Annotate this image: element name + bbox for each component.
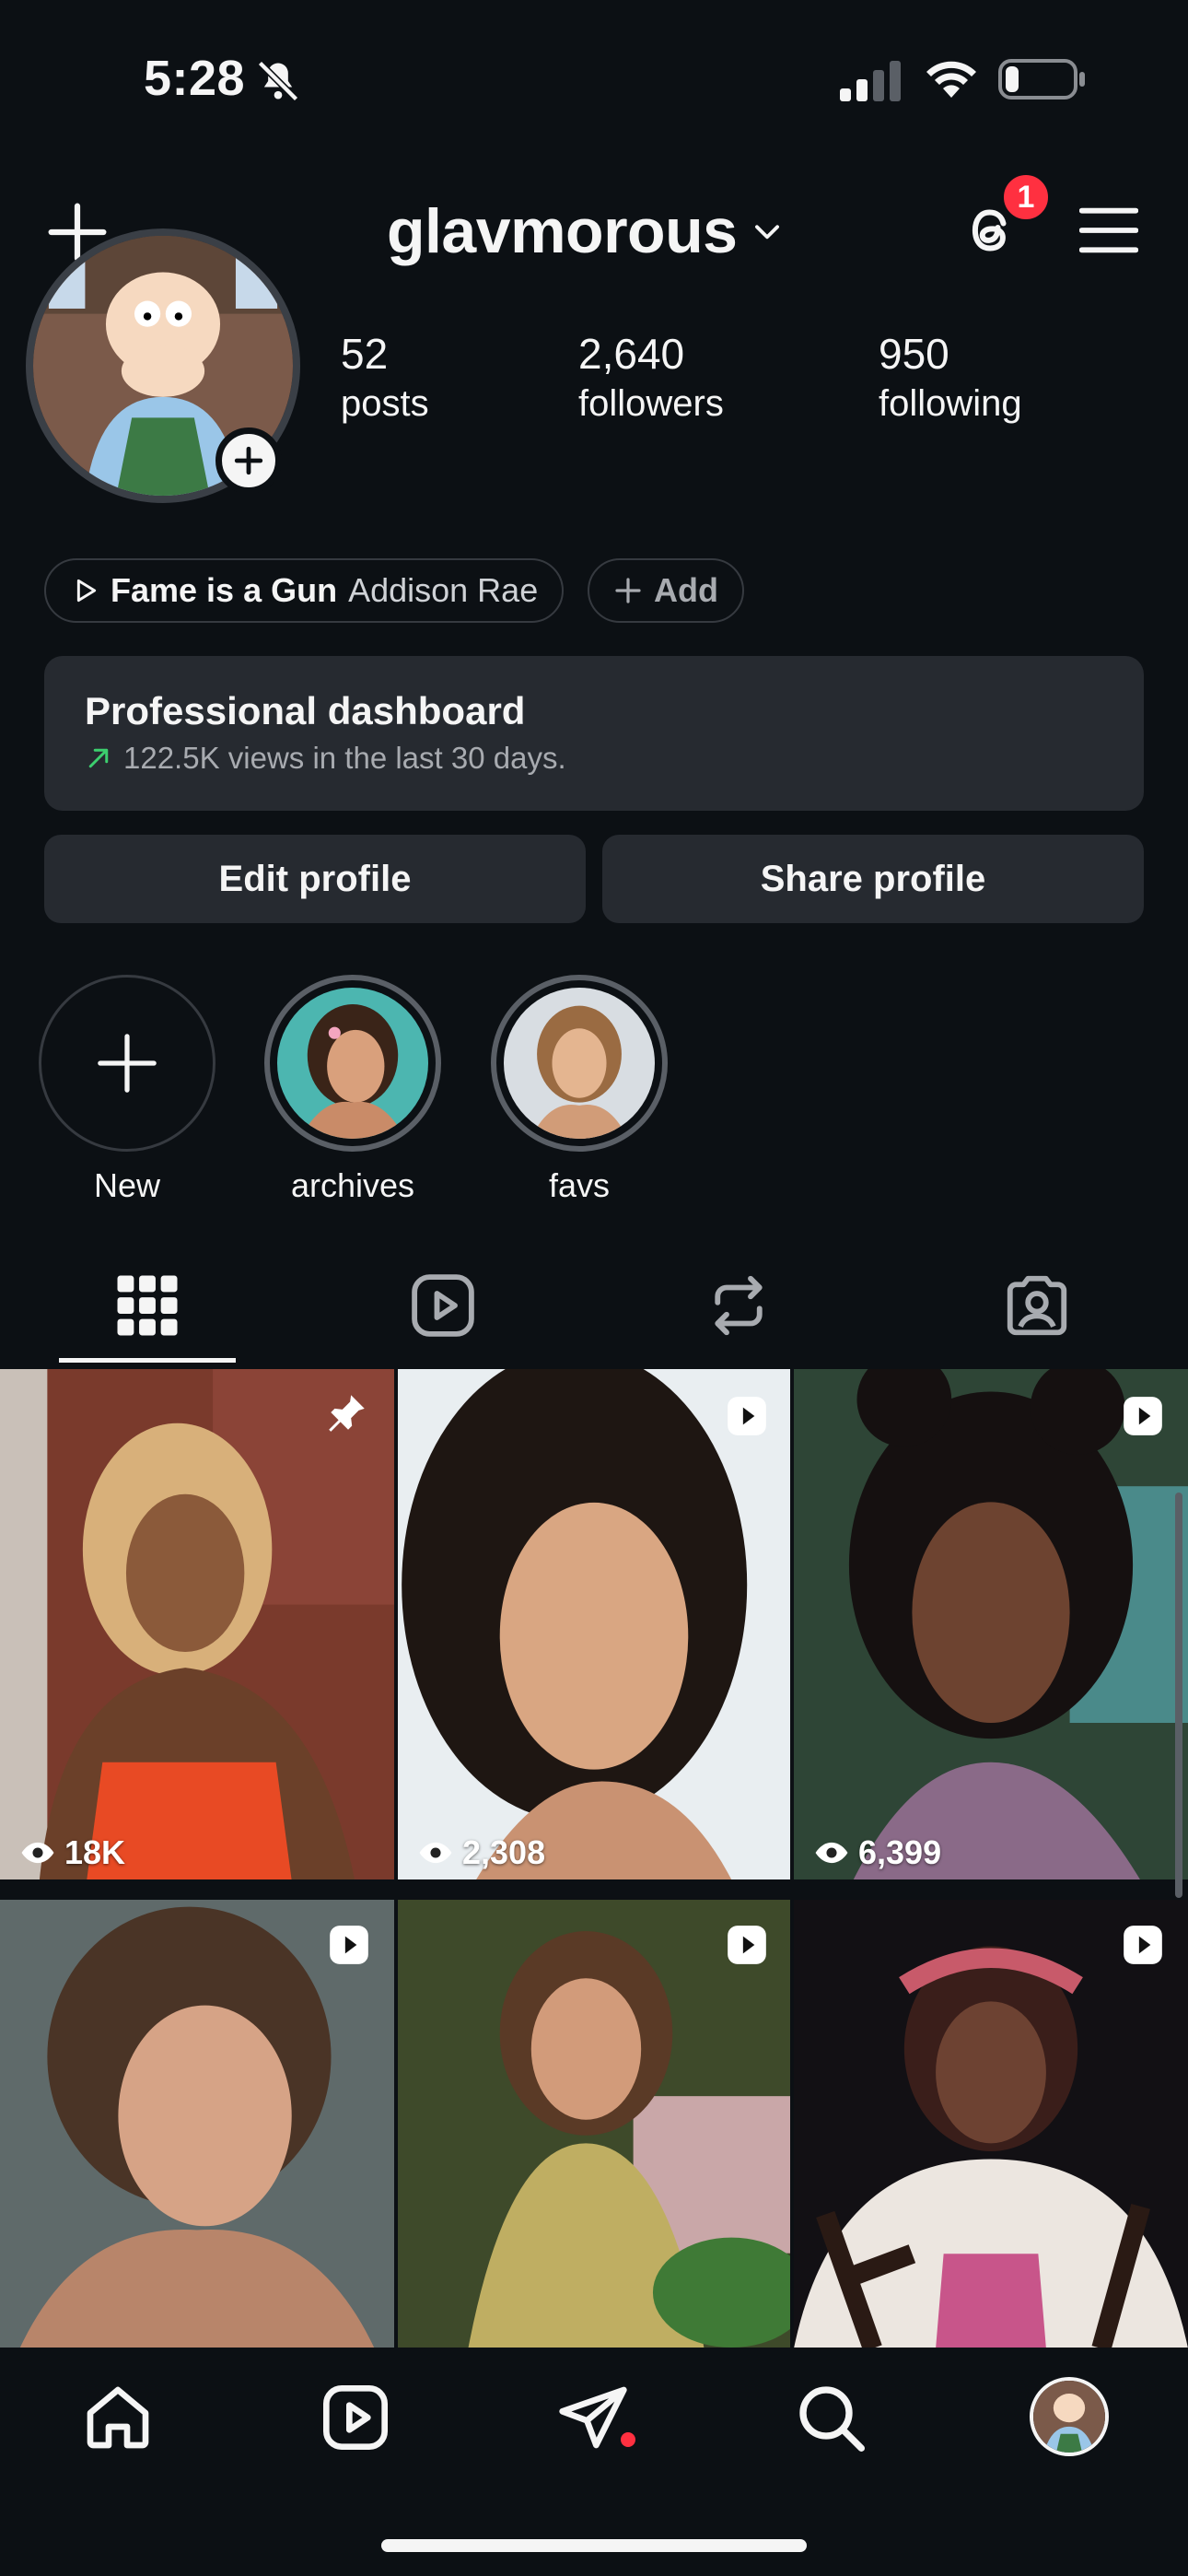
wifi-icon bbox=[926, 61, 976, 98]
stat-posts[interactable]: 52 posts bbox=[341, 328, 429, 427]
post-thumbnail bbox=[794, 1369, 1188, 1879]
post-thumbnail bbox=[0, 1369, 394, 1879]
dashboard-subtitle: 122.5K views in the last 30 days. bbox=[123, 741, 566, 775]
following-count: 950 bbox=[879, 330, 949, 378]
eye-icon bbox=[21, 1842, 54, 1864]
highlight-cover-image bbox=[277, 988, 428, 1139]
eye-icon bbox=[815, 1842, 848, 1864]
scrollbar[interactable] bbox=[1175, 1493, 1182, 1898]
grid-post-1[interactable] bbox=[0, 1369, 394, 1879]
view-count-value: 2,308 bbox=[462, 1833, 546, 1871]
reel-icon bbox=[1124, 1397, 1162, 1435]
following-label: following bbox=[879, 383, 1022, 424]
pin-icon bbox=[329, 1395, 365, 1432]
search-icon[interactable] bbox=[794, 2381, 868, 2454]
account-switcher[interactable]: glavmorous bbox=[387, 195, 785, 267]
reel-icon bbox=[728, 1926, 766, 1964]
profile-tab-avatar[interactable] bbox=[1030, 2377, 1109, 2456]
avatar-image bbox=[1033, 2381, 1105, 2453]
reels-icon[interactable] bbox=[319, 2381, 392, 2454]
unread-dot bbox=[621, 2432, 635, 2447]
posts-label: posts bbox=[341, 383, 429, 424]
home-indicator bbox=[381, 2539, 807, 2552]
battery-icon bbox=[998, 59, 1085, 100]
menu-hamburger-icon[interactable] bbox=[1079, 205, 1138, 256]
plus-icon bbox=[234, 446, 263, 475]
reel-icon bbox=[1124, 1926, 1162, 1964]
posts-count: 52 bbox=[341, 330, 389, 378]
tab-reels[interactable] bbox=[407, 1270, 479, 1341]
post-thumbnail bbox=[398, 1369, 790, 1879]
reel-icon bbox=[728, 1397, 766, 1435]
view-count-value: 18K bbox=[64, 1833, 126, 1871]
song-title: Fame is a Gun bbox=[111, 571, 338, 609]
highlight-archives[interactable]: archives bbox=[264, 975, 441, 1205]
tab-tagged[interactable] bbox=[1001, 1270, 1073, 1341]
tab-posts-grid[interactable] bbox=[111, 1270, 183, 1341]
eye-icon bbox=[419, 1842, 452, 1864]
direct-messages-icon[interactable] bbox=[556, 2381, 630, 2454]
tab-reposts[interactable] bbox=[703, 1270, 775, 1341]
view-count-value: 6,399 bbox=[858, 1833, 942, 1871]
status-time: 5:28 bbox=[144, 51, 246, 106]
notification-badge: 1 bbox=[1000, 171, 1052, 223]
stat-followers[interactable]: 2,640 followers bbox=[578, 328, 724, 427]
highlight-favs[interactable]: favs bbox=[491, 975, 668, 1205]
home-icon[interactable] bbox=[81, 2381, 155, 2454]
edit-profile-button[interactable]: Edit profile bbox=[44, 835, 586, 923]
add-story-button[interactable] bbox=[215, 427, 282, 494]
song-artist: Addison Rae bbox=[348, 571, 539, 609]
grid-post-3[interactable] bbox=[794, 1369, 1188, 1879]
bell-muted-icon bbox=[257, 60, 299, 102]
highlight-new[interactable]: New bbox=[39, 975, 215, 1205]
share-profile-button[interactable]: Share profile bbox=[602, 835, 1144, 923]
profile-username: glavmorous bbox=[387, 196, 738, 266]
chevron-down-icon bbox=[755, 225, 780, 240]
grid-post-2[interactable] bbox=[398, 1369, 790, 1879]
active-tab-indicator bbox=[59, 1358, 236, 1363]
add-label: Add bbox=[654, 571, 718, 609]
highlight-cover-image bbox=[504, 988, 655, 1139]
professional-dashboard-card[interactable]: Professional dashboard 122.5K views in t… bbox=[44, 656, 1144, 811]
profile-music-pill[interactable]: Fame is a Gun Addison Rae bbox=[44, 558, 565, 623]
plus-icon bbox=[98, 1034, 157, 1093]
add-link-pill[interactable]: Add bbox=[588, 558, 744, 623]
dashboard-title: Professional dashboard bbox=[85, 689, 526, 732]
play-icon bbox=[76, 579, 97, 603]
stat-following[interactable]: 950 following bbox=[879, 328, 1022, 427]
trending-up-arrow-icon bbox=[88, 748, 109, 768]
highlight-label: favs bbox=[548, 1166, 611, 1204]
highlight-label: archives bbox=[290, 1166, 415, 1204]
highlight-label: New bbox=[93, 1166, 161, 1204]
view-count: 18K bbox=[20, 1833, 125, 1872]
view-count: 2,308 bbox=[418, 1833, 545, 1872]
followers-count: 2,640 bbox=[578, 330, 685, 378]
view-count: 6,399 bbox=[814, 1833, 941, 1872]
reel-icon bbox=[330, 1926, 368, 1964]
cellular-signal-icon bbox=[840, 61, 901, 101]
followers-label: followers bbox=[578, 383, 724, 424]
plus-icon bbox=[615, 578, 641, 603]
